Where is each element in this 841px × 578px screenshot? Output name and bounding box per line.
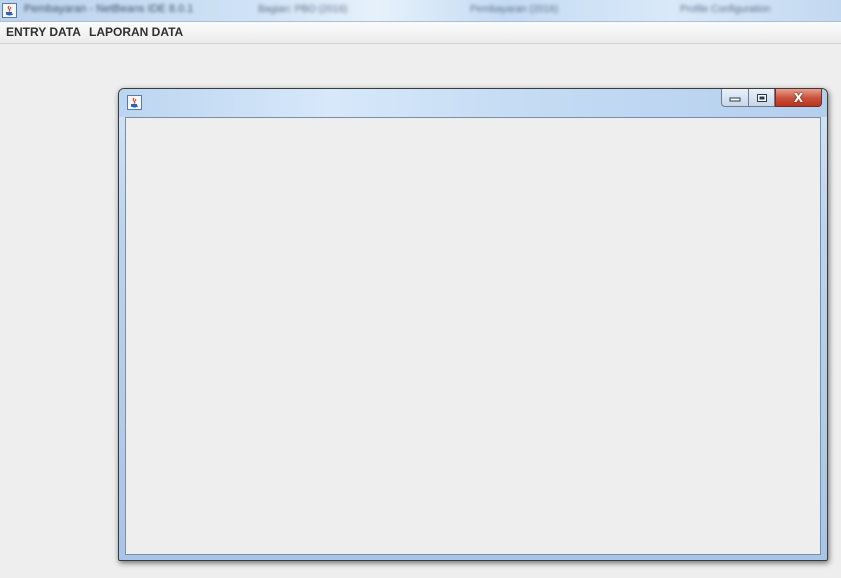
minimize-button[interactable] [721,89,748,107]
internal-frame-title-bar[interactable]: X [119,89,827,117]
taskbar-item: Pembayaran (2016) [470,4,559,15]
restore-button[interactable] [748,89,775,107]
menu-laporan-data[interactable]: LAPORAN DATA [89,25,183,39]
close-icon: X [793,90,804,105]
taskbar-item: Profile Configuration [680,4,771,15]
close-button[interactable]: X [775,89,822,107]
restore-icon [756,93,767,102]
menu-entry-data[interactable]: ENTRY DATA [6,25,81,39]
app-title-bar: Pembayaran - NetBeans IDE 8.0.1 Bagian: … [0,0,841,22]
menu-bar: ENTRY DATA LAPORAN DATA [0,22,841,44]
java-app-icon[interactable] [2,3,17,18]
window-controls: X [721,89,822,108]
java-frame-icon[interactable] [127,95,142,110]
taskbar-item: Bagian: PBO (2016) [258,4,348,15]
internal-frame-content [125,117,821,555]
minimize-icon [729,97,741,101]
window-title: Pembayaran - NetBeans IDE 8.0.1 [24,3,194,15]
internal-frame[interactable]: X [118,88,828,561]
